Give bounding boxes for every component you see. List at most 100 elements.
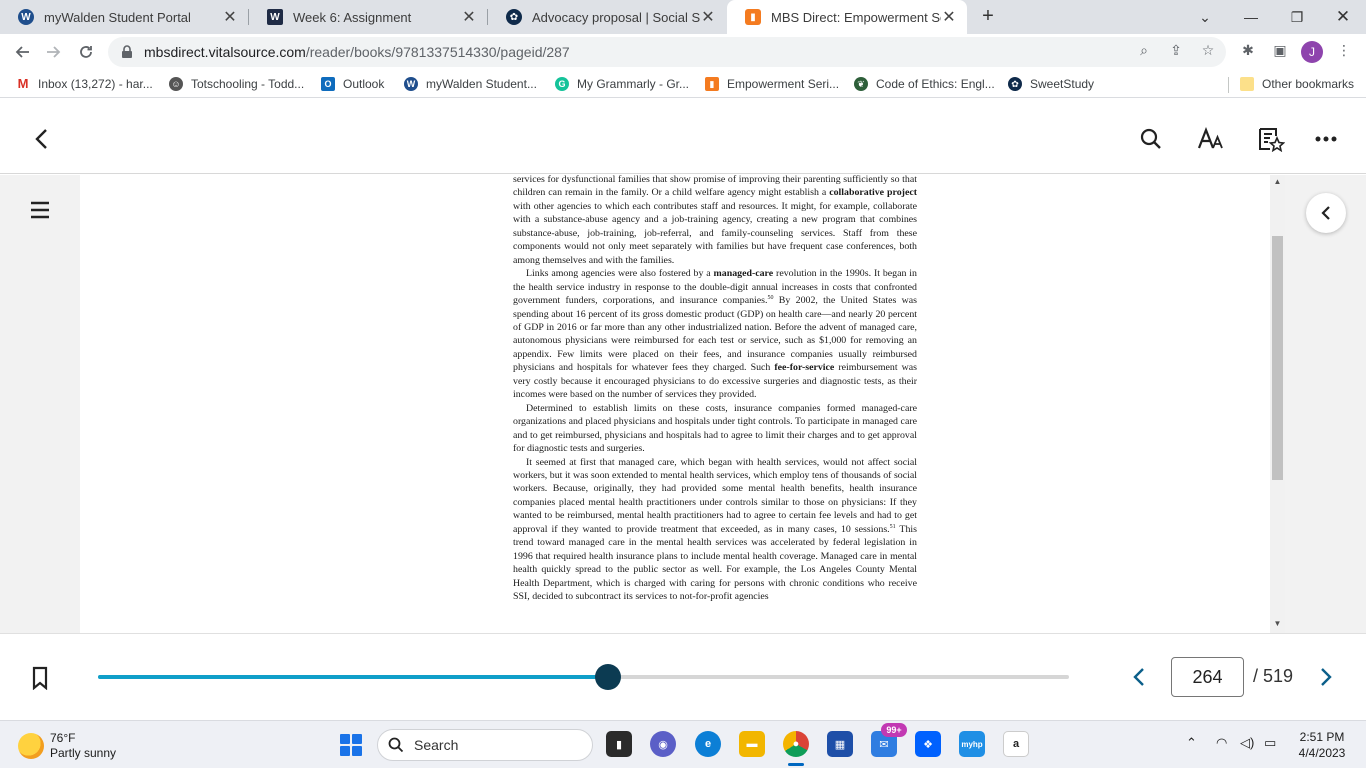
zoom-icon[interactable]: ⌕	[1134, 42, 1154, 62]
taskbar-search[interactable]: Search	[377, 729, 593, 761]
address-bar[interactable]: mbsdirect.vitalsource.com/reader/books/9…	[108, 37, 1226, 67]
forward-button[interactable]	[40, 38, 68, 66]
outlook-icon: O	[321, 77, 335, 91]
sweetstudy-icon: ✿	[1008, 77, 1022, 91]
bookmark-totschooling[interactable]: ☺ Totschooling - Todd...	[169, 75, 304, 93]
mail-icon[interactable]: ✉ 99+	[871, 723, 907, 757]
battery-icon[interactable]: ▭	[1264, 735, 1276, 751]
tab-mywalden[interactable]: W myWalden Student Portal ✕	[0, 0, 248, 34]
window-close-button[interactable]: ✕	[1320, 0, 1366, 34]
close-icon[interactable]: ✕	[700, 7, 716, 27]
teams-chat-icon[interactable]: ◉	[650, 731, 676, 757]
bookmark-empowerment[interactable]: ▮ Empowerment Seri...	[705, 75, 839, 93]
volume-icon[interactable]: ◁)	[1240, 735, 1254, 751]
reader-back-button[interactable]	[24, 122, 58, 156]
extensions-icon[interactable]: ✱	[1238, 42, 1258, 62]
page-progress-thumb[interactable]	[594, 664, 621, 690]
menu-kebab-icon[interactable]: ⋮	[1334, 42, 1354, 62]
back-button[interactable]	[8, 38, 36, 66]
mbs-icon: ▮	[745, 9, 761, 25]
amazon-icon[interactable]: a	[1003, 731, 1029, 757]
bookmark-grammarly[interactable]: G My Grammarly - Gr...	[555, 75, 689, 93]
active-app-indicator	[788, 763, 804, 766]
tab-advocacy-proposal[interactable]: ✿ Advocacy proposal | Social Scien ✕	[488, 0, 726, 34]
page-body-text: services for dysfunctional families that…	[513, 175, 917, 604]
task-view-icon[interactable]: ▮	[606, 731, 632, 757]
minimize-button[interactable]: —	[1228, 0, 1274, 34]
page-progress-slider[interactable]	[98, 664, 1069, 690]
myhp-icon[interactable]: myhp	[959, 731, 985, 757]
next-page-button[interactable]	[1314, 664, 1338, 690]
reader-search-button[interactable]	[1134, 122, 1168, 156]
bookmark-label: Inbox (13,272) - har...	[38, 77, 153, 91]
restore-button[interactable]: ❐	[1274, 0, 1320, 34]
microsoft-store-icon[interactable]: ▦	[827, 731, 853, 757]
nasw-icon: ❦	[854, 77, 868, 91]
bookmark-icon	[32, 666, 48, 691]
taskbar: 76°F Partly sunny Search ▮ ◉ e ▬ ● ▦ ✉ 9…	[0, 720, 1366, 768]
text-settings-button[interactable]	[1194, 122, 1228, 156]
search-icon	[388, 737, 404, 753]
search-icon	[1140, 128, 1161, 149]
reader-main: services for dysfunctional families that…	[0, 175, 1366, 633]
tray-overflow-chevron-icon[interactable]: ⌃	[1186, 735, 1197, 751]
bookmark-code-of-ethics[interactable]: ❦ Code of Ethics: Engl...	[854, 75, 995, 93]
star-icon[interactable]: ☆	[1198, 42, 1218, 62]
tab-mbs-direct[interactable]: ▮ MBS Direct: Empowerment Series ✕	[727, 0, 967, 34]
bookmark-other[interactable]: Other bookmarks	[1240, 75, 1354, 93]
url-path: /reader/books/9781337514330/pageid/287	[305, 44, 570, 60]
bookmarks-bar: M Inbox (13,272) - har... ☺ Totschooling…	[0, 70, 1366, 98]
taskbar-search-placeholder: Search	[414, 737, 459, 753]
weather-condition: Partly sunny	[50, 746, 117, 760]
bookmark-mywalden[interactable]: W myWalden Student...	[404, 75, 537, 93]
totschooling-icon: ☺	[169, 77, 183, 91]
wifi-icon[interactable]: ◠	[1216, 735, 1227, 751]
profile-avatar[interactable]: J	[1301, 41, 1323, 63]
chrome-icon[interactable]: ●	[783, 731, 809, 757]
taskbar-clock[interactable]: 2:51 PM 4/4/2023	[1282, 729, 1362, 761]
close-icon[interactable]: ✕	[941, 7, 957, 27]
folder-icon	[1240, 77, 1254, 91]
clock-date: 4/4/2023	[1298, 746, 1346, 760]
new-tab-button[interactable]: +	[977, 5, 999, 29]
bookmark-label: myWalden Student...	[426, 77, 537, 91]
paragraph: It seemed at first that managed care, wh…	[513, 456, 917, 603]
partly-sunny-icon	[18, 733, 44, 759]
bookmark-sweetstudy[interactable]: ✿ SweetStudy	[1008, 75, 1094, 93]
windows-logo-tile	[340, 734, 350, 744]
bookmark-page-button[interactable]	[30, 666, 50, 691]
edge-icon[interactable]: e	[695, 731, 721, 757]
windows-logo-tile	[352, 734, 362, 744]
file-explorer-icon[interactable]: ▬	[739, 731, 765, 757]
page-number-input[interactable]: 264	[1171, 657, 1244, 697]
share-icon[interactable]: ⇪	[1166, 42, 1186, 62]
dropbox-icon[interactable]: ❖	[915, 731, 941, 757]
chevron-right-icon	[1321, 668, 1332, 686]
weather-temperature: 76°F	[50, 731, 76, 745]
previous-page-button[interactable]	[1127, 664, 1151, 690]
more-options-button[interactable]	[1309, 122, 1343, 156]
close-icon[interactable]: ✕	[222, 7, 238, 27]
side-panel-icon[interactable]: ▣	[1270, 42, 1290, 62]
close-icon[interactable]: ✕	[461, 7, 477, 27]
page-progress-fill	[98, 675, 608, 679]
start-button[interactable]	[340, 734, 362, 756]
tab-search-chevron-icon[interactable]: ⌄	[1182, 0, 1228, 34]
bookmark-label: Code of Ethics: Engl...	[876, 77, 995, 91]
tab-week6-assignment[interactable]: W Week 6: Assignment ✕	[249, 0, 487, 34]
weather-widget[interactable]: 76°F Partly sunny	[18, 729, 116, 763]
scroll-up-arrow-icon[interactable]: ▲	[1270, 175, 1285, 189]
bookmark-label: Empowerment Seri...	[727, 77, 840, 91]
lock-icon	[122, 45, 132, 58]
notes-highlights-button[interactable]	[1254, 122, 1288, 156]
bookmark-outlook[interactable]: O Outlook	[321, 75, 384, 93]
scrollbar-thumb[interactable]	[1272, 236, 1283, 480]
walden-w-icon: W	[267, 9, 283, 25]
reload-button[interactable]	[72, 38, 100, 66]
side-panel-toggle-button[interactable]	[1306, 193, 1346, 233]
bookmark-gmail[interactable]: M Inbox (13,272) - har...	[16, 75, 153, 93]
book-page: services for dysfunctional families that…	[80, 175, 1270, 633]
tab-title: myWalden Student Portal	[44, 9, 191, 25]
scroll-down-arrow-icon[interactable]: ▼	[1270, 617, 1285, 631]
table-of-contents-button[interactable]	[28, 200, 52, 220]
